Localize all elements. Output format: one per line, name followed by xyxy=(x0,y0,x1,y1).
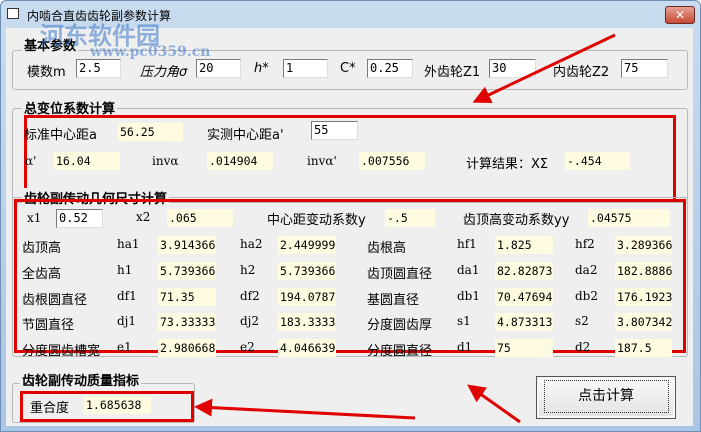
arrow-annotation xyxy=(467,384,521,424)
arrow-annotation xyxy=(472,33,616,103)
annotation-arrows xyxy=(194,33,616,424)
arrow-annotation xyxy=(194,398,416,420)
